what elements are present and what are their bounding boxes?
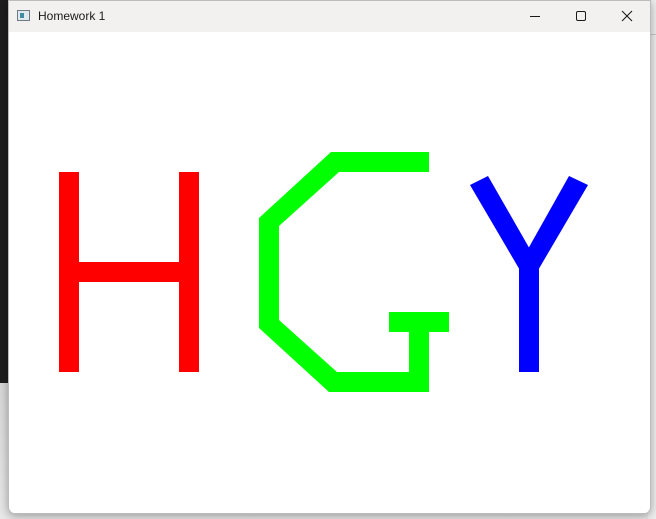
letter-y: [470, 176, 588, 372]
letter-h-crossbar: [79, 262, 179, 282]
letter-g-body: [259, 152, 449, 392]
letter-y-stem: [519, 269, 539, 372]
window-title: Homework 1: [38, 9, 106, 23]
app-window-icon[interactable]: [17, 10, 30, 21]
maximize-button[interactable]: [558, 1, 604, 32]
letter-g: [259, 152, 449, 392]
title-bar[interactable]: Homework 1: [9, 1, 650, 32]
letter-h-left-stroke: [59, 172, 79, 372]
minimize-button[interactable]: [512, 1, 558, 32]
letter-y-right-arm: [519, 176, 588, 272]
letter-h: [59, 172, 199, 372]
letter-h-right-stroke: [179, 172, 199, 372]
close-button[interactable]: [604, 1, 650, 32]
drawing-canvas[interactable]: [9, 32, 650, 513]
canvas-drawing: [59, 152, 588, 392]
close-icon: [621, 10, 633, 22]
app-window: Homework 1: [8, 0, 651, 514]
